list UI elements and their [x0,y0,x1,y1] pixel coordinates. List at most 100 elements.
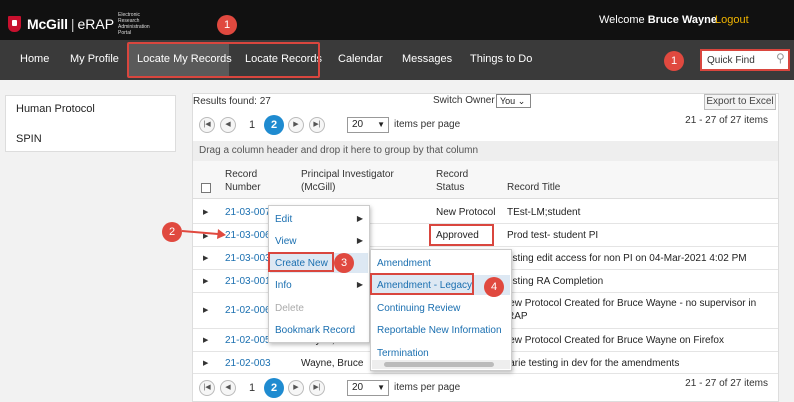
record-title: larie testing in dev for the amendments [507,358,680,369]
nav-things-to-do[interactable]: Things to Do [470,40,532,80]
chevron-down-icon: ▼ [377,120,385,129]
callout-badge: 4 [484,277,504,297]
expand-row-icon[interactable]: ▶ [203,208,208,216]
chevron-down-icon: ▼ [377,383,385,392]
page-size-select[interactable]: 20 ▼ [347,380,389,396]
amendment-legacy-highlight-box [370,273,474,295]
pager-range: 21 - 27 of 27 items [685,115,768,126]
callout-badge: 1 [217,15,237,35]
chevron-down-icon: ⌄ [517,96,526,106]
record-title: esting edit access for non PI on 04-Mar-… [507,253,747,264]
items-per-page-label: items per page [394,382,461,393]
welcome-text: Welcome Bruce Wayne [599,14,717,26]
grid-header: Record Number Principal Investigator (Mc… [193,161,778,199]
chevron-right-icon: ▶ [356,236,363,245]
nav-messages[interactable]: Messages [402,40,452,80]
submenu-amendment[interactable]: Amendment [377,258,431,269]
menu-info[interactable]: Info [275,280,292,291]
record-number-link[interactable]: 21-02-005 [225,334,271,347]
record-title: TEst-LM;student [507,207,581,218]
results-count: Results found: 27 [193,96,271,107]
switch-owner-label: Switch Owner [433,95,495,106]
export-excel-button[interactable]: Export to Excel [704,94,776,110]
chevron-right-icon: ▶ [356,280,363,289]
page-1-link[interactable]: 1 [249,119,255,131]
brand-name: McGill [27,16,68,32]
select-all-checkbox[interactable] [201,183,211,193]
nav-home[interactable]: Home [20,40,49,80]
last-page-icon[interactable]: ▶| [309,117,325,133]
sidebar: Human Protocol SPIN [5,95,176,152]
menu-view[interactable]: View [275,236,297,247]
col-record-title[interactable]: Record Title [507,181,560,194]
brand-separator: | [70,16,75,32]
record-number-link[interactable]: 21-03-007 [225,206,271,219]
next-page-icon[interactable]: ▶ [288,117,304,133]
record-number-link[interactable]: 21-03-006 [225,229,271,242]
submenu-termination[interactable]: Termination [377,348,429,359]
record-title: lew Protocol Created for Bruce Wayne - n… [507,298,757,322]
record-title: esting RA Completion [507,276,604,287]
owner-select[interactable]: You ⌄ [496,94,531,108]
app-name: eRAP [77,16,115,32]
search-icon[interactable]: ⚲ [776,51,790,65]
top-banner: McGill | eRAP Electronic Research Admini… [0,0,794,40]
record-title: Prod test- student PI [507,230,599,241]
expand-row-icon[interactable]: ▶ [203,359,208,367]
page-size-value: 20 [352,119,364,130]
callout-arrow [181,229,226,239]
prev-page-icon[interactable]: ◀ [220,117,236,133]
page-1-link[interactable]: 1 [249,382,255,394]
pager-bottom: |◀ ◀ 1 2 ▶ ▶| 20 ▼ items per page 21 - 27… [193,375,778,401]
app-subtitle: Electronic Research Administration Porta… [118,12,150,36]
nav-calendar[interactable]: Calendar [338,40,383,80]
prev-page-icon[interactable]: ◀ [220,380,236,396]
scrollbar-thumb[interactable] [384,362,494,367]
sidebar-item-spin[interactable]: SPIN [16,133,42,145]
expand-row-icon[interactable]: ▶ [203,254,208,262]
create-new-highlight-box [268,252,334,272]
current-page[interactable]: 2 [264,115,284,135]
locate-menu-highlight-box [127,42,320,78]
current-page[interactable]: 2 [264,378,284,398]
sidebar-item-human-protocol[interactable]: Human Protocol [16,103,95,115]
first-page-icon[interactable]: |◀ [199,380,215,396]
expand-row-icon[interactable]: ▶ [203,306,208,314]
logout-link[interactable]: Logout [715,14,749,26]
callout-badge: 2 [162,222,182,242]
record-number-link[interactable]: 21-02-003 [225,357,271,370]
page-size-select[interactable]: 20 ▼ [347,117,389,133]
record-number-link[interactable]: 21-02-006 [225,304,271,317]
create-new-submenu: Amendment Amendment - Legacy Continuing … [370,249,512,371]
col-record-number[interactable]: Record Number [225,168,275,194]
record-title: lew Protocol Created for Bruce Wayne on … [507,335,724,346]
record-number-link[interactable]: 21-03-003 [225,252,271,265]
welcome-prefix: Welcome [599,14,645,26]
pager-top: |◀ ◀ 1 2 ▶ ▶| 20 ▼ items per page 21 - 27… [193,112,778,138]
last-page-icon[interactable]: ▶| [309,380,325,396]
expand-row-icon[interactable]: ▶ [203,277,208,285]
first-page-icon[interactable]: |◀ [199,117,215,133]
nav-my-profile[interactable]: My Profile [70,40,119,80]
submenu-reportable-new-information[interactable]: Reportable New Information [377,325,502,336]
mcgill-shield-icon [8,16,21,32]
submenu-scrollbar[interactable] [372,360,510,369]
page-size-value: 20 [352,382,364,393]
record-number-link[interactable]: 21-03-001 [225,275,271,288]
callout-badge: 3 [334,253,354,273]
menu-bookmark-record[interactable]: Bookmark Record [275,325,355,336]
submenu-continuing-review[interactable]: Continuing Review [377,303,460,314]
record-pi: Wayne, Bruce [301,358,364,369]
group-drop-zone[interactable]: Drag a column header and drop it here to… [193,141,778,161]
row-context-menu: Edit ▶ View ▶ Create New Info ▶ Delete B… [268,205,370,343]
menu-edit[interactable]: Edit [275,214,292,225]
callout-badge: 1 [664,51,684,71]
expand-row-icon[interactable]: ▶ [203,336,208,344]
pager-range: 21 - 27 of 27 items [685,378,768,389]
col-principal-investigator[interactable]: Principal Investigator (McGill) [301,168,411,194]
user-name: Bruce Wayne [647,14,718,26]
menu-delete: Delete [275,303,304,314]
next-page-icon[interactable]: ▶ [288,380,304,396]
col-record-status[interactable]: Record Status [436,168,481,194]
mcgill-logo[interactable]: McGill | eRAP Electronic Research Admini… [8,12,162,36]
